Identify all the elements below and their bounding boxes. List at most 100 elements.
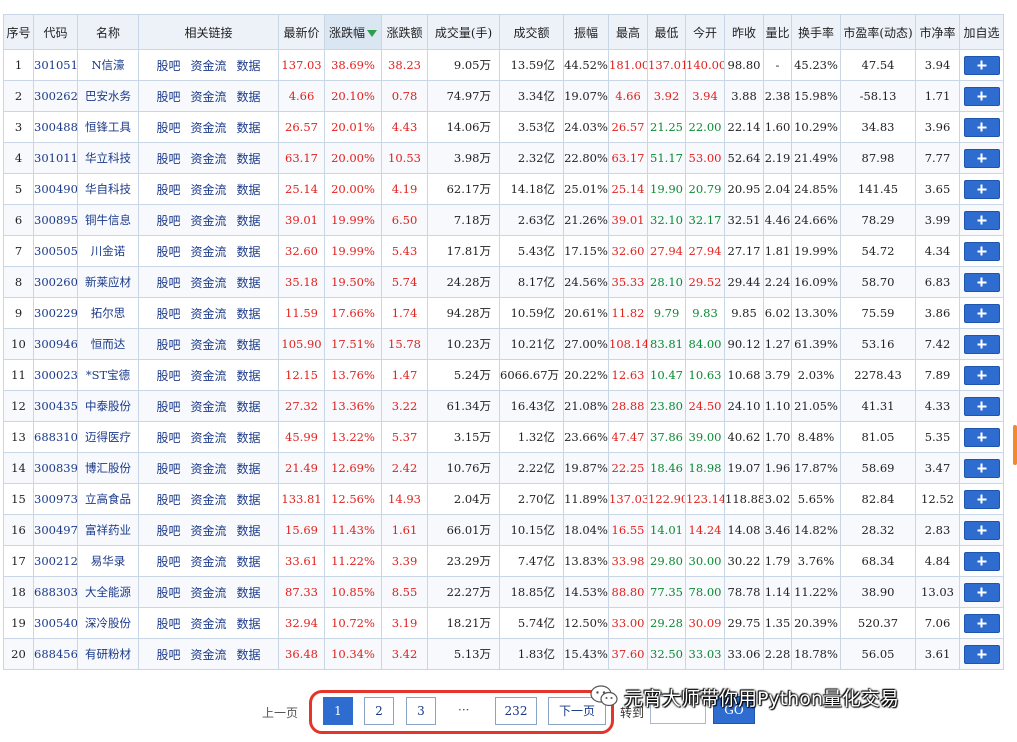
column-header-10[interactable]: 最高	[608, 14, 648, 50]
stock-code-link[interactable]: 300260	[35, 275, 77, 289]
stock-code-link[interactable]: 300946	[35, 337, 77, 351]
data-link[interactable]: 数据	[237, 214, 261, 228]
page-button-232[interactable]: 232	[495, 697, 537, 725]
stock-name-link[interactable]: 富祥药业	[85, 523, 131, 537]
stock-code-link[interactable]: 300505	[35, 244, 77, 258]
stock-name-link[interactable]: 博汇股份	[85, 461, 131, 475]
page-button-3[interactable]: 3	[406, 697, 436, 725]
column-header-17[interactable]: 市净率	[915, 14, 960, 50]
data-link[interactable]: 数据	[237, 307, 261, 321]
data-link[interactable]: 数据	[237, 524, 261, 538]
add-to-watchlist-button[interactable]	[963, 148, 1000, 168]
fund-flow-link[interactable]: 资金流	[190, 400, 226, 414]
add-to-watchlist-button[interactable]	[963, 210, 1000, 230]
column-header-15[interactable]: 换手率	[791, 14, 841, 50]
add-to-watchlist-button[interactable]	[963, 551, 1000, 571]
add-to-watchlist-button[interactable]	[963, 613, 1000, 633]
add-to-watchlist-button[interactable]	[963, 179, 1000, 199]
sort-desc-arrow-icon[interactable]	[367, 29, 377, 37]
column-header-6[interactable]: 涨跌额	[381, 14, 428, 50]
stock-name-link[interactable]: 拓尔思	[91, 306, 126, 320]
fund-flow-link[interactable]: 资金流	[190, 369, 226, 383]
add-to-watchlist-button[interactable]	[963, 241, 1000, 261]
data-link[interactable]: 数据	[237, 555, 261, 569]
stock-name-link[interactable]: 深冷股份	[85, 616, 131, 630]
guba-link[interactable]: 股吧	[156, 493, 180, 507]
column-header-4[interactable]: 最新价	[278, 14, 325, 50]
fund-flow-link[interactable]: 资金流	[190, 431, 226, 445]
stock-code-link[interactable]: 688303	[35, 585, 77, 599]
stock-code-link[interactable]: 300540	[35, 616, 77, 630]
add-to-watchlist-button[interactable]	[963, 582, 1000, 602]
guba-link[interactable]: 股吧	[156, 617, 180, 631]
stock-name-link[interactable]: 恒而达	[91, 337, 126, 351]
guba-link[interactable]: 股吧	[156, 338, 180, 352]
guba-link[interactable]: 股吧	[156, 307, 180, 321]
column-header-0[interactable]: 序号	[3, 14, 34, 50]
column-header-16[interactable]: 市盈率(动态)	[840, 14, 916, 50]
stock-name-link[interactable]: 易华录	[91, 554, 126, 568]
guba-link[interactable]: 股吧	[156, 121, 180, 135]
fund-flow-link[interactable]: 资金流	[190, 152, 226, 166]
scrollbar-hint[interactable]	[1013, 425, 1017, 465]
guba-link[interactable]: 股吧	[156, 245, 180, 259]
data-link[interactable]: 数据	[237, 90, 261, 104]
guba-link[interactable]: 股吧	[156, 462, 180, 476]
fund-flow-link[interactable]: 资金流	[190, 245, 226, 259]
fund-flow-link[interactable]: 资金流	[190, 524, 226, 538]
add-to-watchlist-button[interactable]	[963, 117, 1000, 137]
stock-code-link[interactable]: 300839	[35, 461, 77, 475]
fund-flow-link[interactable]: 资金流	[190, 183, 226, 197]
column-header-3[interactable]: 相关链接	[138, 14, 279, 50]
stock-name-link[interactable]: 华自科技	[85, 182, 131, 196]
add-to-watchlist-button[interactable]	[963, 365, 1000, 385]
guba-link[interactable]: 股吧	[156, 648, 180, 662]
stock-code-link[interactable]: 688310	[35, 430, 77, 444]
fund-flow-link[interactable]: 资金流	[190, 586, 226, 600]
fund-flow-link[interactable]: 资金流	[190, 338, 226, 352]
guba-link[interactable]: 股吧	[156, 400, 180, 414]
column-header-5[interactable]: 涨跌幅	[324, 14, 382, 50]
fund-flow-link[interactable]: 资金流	[190, 214, 226, 228]
stock-code-link[interactable]: 300435	[35, 399, 77, 413]
data-link[interactable]: 数据	[237, 245, 261, 259]
stock-name-link[interactable]: 大全能源	[85, 585, 131, 599]
stock-code-link[interactable]: 300488	[35, 120, 77, 134]
stock-name-link[interactable]: 迈得医疗	[85, 430, 131, 444]
stock-name-link[interactable]: 中泰股份	[85, 399, 131, 413]
column-header-7[interactable]: 成交量(手)	[427, 14, 500, 50]
data-link[interactable]: 数据	[237, 586, 261, 600]
stock-name-link[interactable]: 巴安水务	[85, 89, 131, 103]
stock-name-link[interactable]: 铜牛信息	[85, 213, 131, 227]
fund-flow-link[interactable]: 资金流	[190, 90, 226, 104]
add-to-watchlist-button[interactable]	[963, 458, 1000, 478]
fund-flow-link[interactable]: 资金流	[190, 493, 226, 507]
data-link[interactable]: 数据	[237, 152, 261, 166]
fund-flow-link[interactable]: 资金流	[190, 307, 226, 321]
fund-flow-link[interactable]: 资金流	[190, 617, 226, 631]
stock-code-link[interactable]: 300895	[35, 213, 77, 227]
stock-name-link[interactable]: 恒锋工具	[85, 120, 131, 134]
data-link[interactable]: 数据	[237, 59, 261, 73]
column-header-11[interactable]: 最低	[647, 14, 686, 50]
stock-name-link[interactable]: 立高食品	[85, 492, 131, 506]
stock-name-link[interactable]: 有研粉材	[85, 647, 131, 661]
fund-flow-link[interactable]: 资金流	[190, 276, 226, 290]
stock-name-link[interactable]: 华立科技	[85, 151, 131, 165]
prev-page-link[interactable]: 上一页	[262, 704, 298, 721]
add-to-watchlist-button[interactable]	[963, 644, 1000, 664]
stock-code-link[interactable]: 300229	[35, 306, 77, 320]
column-header-18[interactable]: 加自选	[959, 14, 1004, 50]
stock-code-link[interactable]: 688456	[35, 647, 77, 661]
add-to-watchlist-button[interactable]	[963, 55, 1000, 75]
data-link[interactable]: 数据	[237, 431, 261, 445]
add-to-watchlist-button[interactable]	[963, 334, 1000, 354]
add-to-watchlist-button[interactable]	[963, 396, 1000, 416]
add-to-watchlist-button[interactable]	[963, 86, 1000, 106]
guba-link[interactable]: 股吧	[156, 183, 180, 197]
guba-link[interactable]: 股吧	[156, 214, 180, 228]
data-link[interactable]: 数据	[237, 400, 261, 414]
guba-link[interactable]: 股吧	[156, 90, 180, 104]
fund-flow-link[interactable]: 资金流	[190, 462, 226, 476]
column-header-2[interactable]: 名称	[77, 14, 139, 50]
